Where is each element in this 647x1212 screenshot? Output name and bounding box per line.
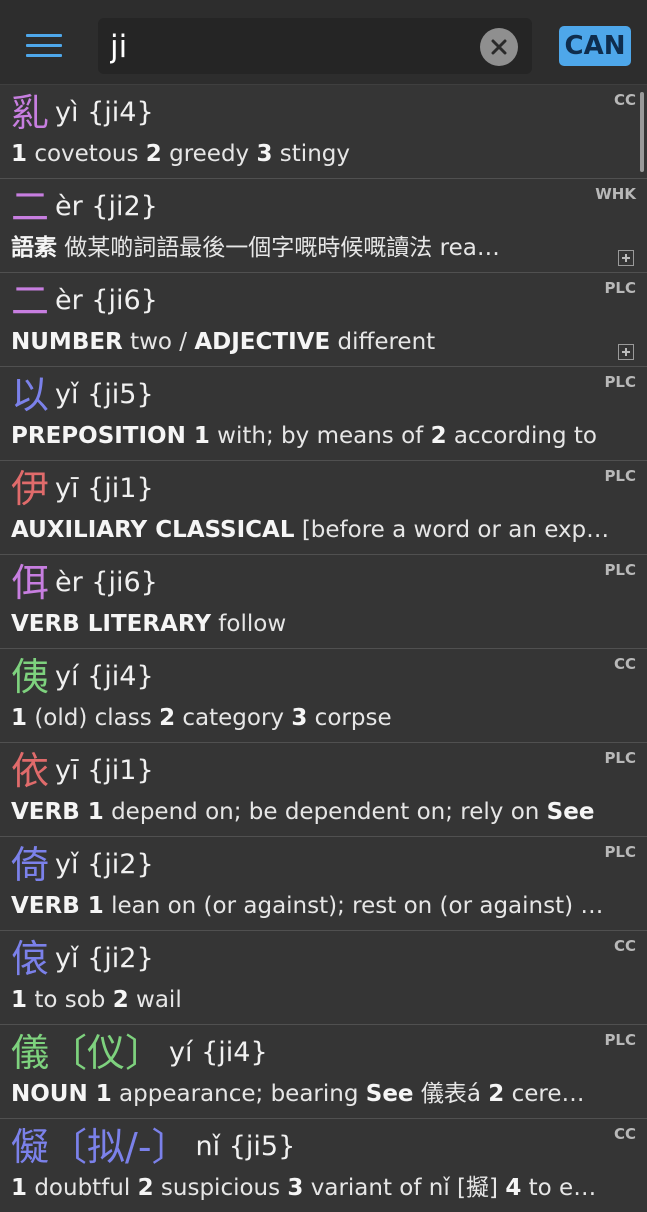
- definition: 語素 做某啲詞語最後一個字嘅時候嘅讀法 rea…: [11, 235, 500, 261]
- definition: NUMBER two / ADJECTIVE different: [11, 329, 436, 355]
- headword-row: 伊 yī {ji1}: [11, 465, 154, 513]
- top-bar: CAN: [0, 0, 647, 85]
- list-item[interactable]: 倚 yǐ {ji2} PLC VERB 1 lean on (or against…: [0, 836, 647, 930]
- scrollbar[interactable]: [640, 92, 644, 172]
- headword-row: 偯 yǐ {ji2}: [11, 935, 154, 983]
- list-item[interactable]: 依 yī {ji1} PLC VERB 1 depend on; be depen…: [0, 742, 647, 836]
- pinyin: yǐ {ji5}: [55, 379, 154, 410]
- list-item[interactable]: 乿 yì {ji4} CC 1 covetous 2 greedy 3 sting…: [0, 85, 647, 178]
- search-input[interactable]: [108, 24, 472, 70]
- pinyin: èr {ji2}: [55, 191, 158, 222]
- list-item[interactable]: 二 èr {ji2} WHK 語素 做某啲詞語最後一個字嘅時候嘅讀法 rea…: [0, 178, 647, 272]
- source-badge: PLC: [604, 279, 636, 297]
- hanzi: 儗: [11, 1125, 50, 1169]
- source-badge: PLC: [604, 373, 636, 391]
- source-badge: PLC: [604, 467, 636, 485]
- list-item[interactable]: 佴 èr {ji6} PLC VERB LITERARY follow: [0, 554, 647, 648]
- headword-row: 二 èr {ji2}: [11, 183, 158, 231]
- list-item[interactable]: 伊 yī {ji1} PLC AUXILIARY CLASSICAL [befor…: [0, 460, 647, 554]
- list-item[interactable]: 二 èr {ji6} PLC NUMBER two / ADJECTIVE dif…: [0, 272, 647, 366]
- definition: PREPOSITION 1 with; by means of 2 accord…: [11, 423, 597, 449]
- hanzi: 二: [11, 185, 50, 229]
- list-item[interactable]: 侇 yí {ji4} CC 1 (old) class 2 category 3 …: [0, 648, 647, 742]
- hanzi: 儀: [11, 1031, 50, 1075]
- headword-row: 侇 yí {ji4}: [11, 653, 154, 701]
- hanzi: 以: [11, 373, 50, 417]
- headword-row: 二 èr {ji6}: [11, 277, 158, 325]
- headword-row: 儗〔拟/-〕 nǐ {ji5}: [11, 1123, 295, 1171]
- plus-box-icon[interactable]: [618, 250, 634, 266]
- definition: VERB 1 lean on (or against); rest on (or…: [11, 893, 611, 919]
- script-toggle-button[interactable]: CAN: [559, 26, 631, 66]
- source-badge: PLC: [604, 843, 636, 861]
- list-item[interactable]: 偯 yǐ {ji2} CC 1 to sob 2 wail: [0, 930, 647, 1024]
- hanzi: 侇: [11, 655, 50, 699]
- pinyin: nǐ {ji5}: [195, 1131, 296, 1162]
- source-badge: PLC: [604, 749, 636, 767]
- hanzi: 依: [11, 749, 50, 793]
- traditional-variant: 〔仪〕: [49, 1031, 164, 1075]
- source-badge: CC: [613, 1125, 636, 1143]
- definition: 1 doubtful 2 suspicious 3 variant of nǐ …: [11, 1175, 597, 1201]
- results-list: 乿 yì {ji4} CC 1 covetous 2 greedy 3 sting…: [0, 85, 647, 1212]
- hanzi: 乿: [11, 91, 50, 135]
- hanzi: 偯: [11, 937, 50, 981]
- list-item[interactable]: 以 yǐ {ji5} PLC PREPOSITION 1 with; by mea…: [0, 366, 647, 460]
- source-badge: CC: [613, 937, 636, 955]
- source-badge: CC: [613, 655, 636, 673]
- source-badge: CC: [613, 91, 636, 109]
- definition: 1 to sob 2 wail: [11, 987, 182, 1013]
- definition: 1 (old) class 2 category 3 corpse: [11, 705, 392, 731]
- pinyin: èr {ji6}: [55, 285, 158, 316]
- source-badge: PLC: [604, 561, 636, 579]
- definition: 1 covetous 2 greedy 3 stingy: [11, 141, 350, 167]
- definition: VERB LITERARY follow: [11, 611, 287, 637]
- hanzi: 二: [11, 279, 50, 323]
- pinyin: èr {ji6}: [55, 567, 158, 598]
- pinyin: yǐ {ji2}: [55, 849, 154, 880]
- headword-row: 乿 yì {ji4}: [11, 89, 154, 137]
- definition: NOUN 1 appearance; bearing See 儀表á 2 cer…: [11, 1081, 585, 1107]
- traditional-variant: 〔拟/-〕: [49, 1125, 190, 1169]
- hanzi: 佴: [11, 561, 50, 605]
- definition: VERB 1 depend on; be dependent on; rely …: [11, 799, 595, 825]
- hamburger-icon[interactable]: [26, 34, 64, 58]
- pinyin: yǐ {ji2}: [55, 943, 154, 974]
- hanzi: 倚: [11, 843, 50, 887]
- hanzi: 伊: [11, 467, 50, 511]
- pinyin: yī {ji1}: [55, 755, 154, 786]
- plus-box-icon[interactable]: [618, 344, 634, 360]
- source-badge: WHK: [595, 185, 636, 203]
- pinyin: yī {ji1}: [55, 473, 154, 504]
- pinyin: yí {ji4}: [169, 1037, 268, 1068]
- definition: AUXILIARY CLASSICAL [before a word or an…: [11, 517, 611, 543]
- pinyin: yì {ji4}: [55, 97, 154, 128]
- headword-row: 依 yī {ji1}: [11, 747, 154, 795]
- source-badge: PLC: [604, 1031, 636, 1049]
- headword-row: 佴 èr {ji6}: [11, 559, 158, 607]
- pinyin: yí {ji4}: [55, 661, 154, 692]
- headword-row: 以 yǐ {ji5}: [11, 371, 154, 419]
- clear-icon[interactable]: [480, 28, 518, 66]
- search-box: [98, 18, 532, 74]
- headword-row: 倚 yǐ {ji2}: [11, 841, 154, 889]
- headword-row: 儀〔仪〕 yí {ji4}: [11, 1029, 268, 1077]
- list-item[interactable]: 儗〔拟/-〕 nǐ {ji5} CC 1 doubtful 2 suspiciou…: [0, 1118, 647, 1212]
- list-item[interactable]: 儀〔仪〕 yí {ji4} PLC NOUN 1 appearance; bear…: [0, 1024, 647, 1118]
